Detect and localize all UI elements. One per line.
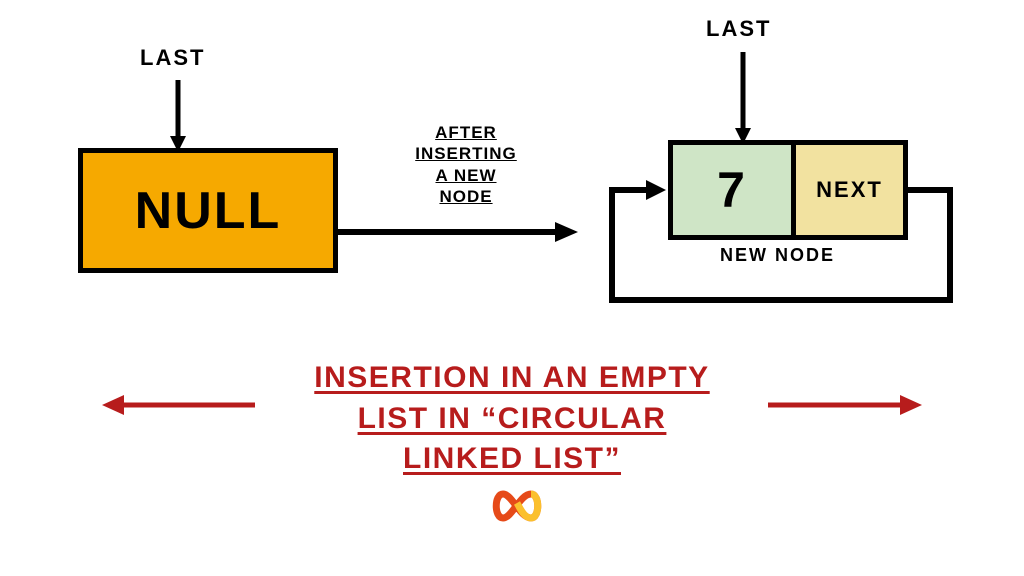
caption-l2: Inserting	[415, 144, 517, 163]
caption-l3: a new	[435, 166, 496, 185]
arrow-down-icon	[168, 80, 188, 152]
title-line-1: Insertion in an empty	[314, 358, 709, 399]
title-line-3: linked list”	[403, 439, 621, 480]
caption-l4: node	[439, 187, 492, 206]
infinity-logo-icon	[490, 490, 544, 522]
diagram-title: Insertion in an empty list in “circular …	[252, 358, 772, 480]
caption-l1: After	[435, 123, 497, 142]
null-box: NULL	[78, 148, 338, 273]
transition-caption: After Inserting a new node	[370, 122, 562, 207]
self-loop-arrow-icon	[600, 150, 980, 330]
arrow-down-icon	[733, 52, 753, 144]
null-text: NULL	[135, 181, 282, 241]
last-label-left: Last	[140, 45, 205, 71]
diagram-root: Last NULL After Inserting a new node Las…	[0, 0, 1024, 576]
title-line-2: list in “circular	[358, 399, 667, 440]
arrow-right-icon	[333, 220, 578, 244]
last-label-right: Last	[706, 16, 771, 42]
